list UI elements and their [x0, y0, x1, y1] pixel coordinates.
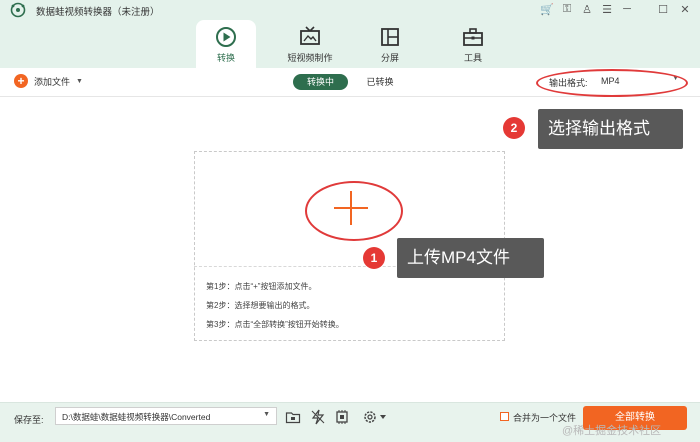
menu-icon[interactable]: ☰ — [598, 1, 616, 17]
tab-short-video-label: 短视频制作 — [287, 53, 333, 63]
callout-label-upload: 上传MP4文件 — [397, 238, 544, 278]
toolbox-icon — [463, 28, 483, 46]
gpu-on-icon[interactable] — [334, 409, 350, 425]
tab-split-screen[interactable]: 分屏 — [360, 20, 420, 68]
callout-label-format: 选择输出格式 — [538, 109, 683, 149]
callout-badge-2: 2 — [503, 117, 525, 139]
tab-converted[interactable]: 已转换 — [362, 74, 398, 90]
key-icon[interactable]: ⚿ — [558, 1, 576, 17]
step-2-text: 第2步：选择想要输出的格式。 — [206, 301, 315, 310]
split-screen-icon — [381, 28, 399, 46]
tab-converting[interactable]: 转换中 — [293, 74, 348, 90]
close-icon[interactable]: ✕ — [676, 1, 694, 17]
tab-convert-label: 转换 — [216, 53, 235, 63]
convert-icon — [216, 27, 236, 47]
hardware-acceleration-off-icon[interactable] — [310, 409, 326, 425]
tab-tools[interactable]: 工具 — [443, 20, 503, 68]
step-1-text: 第1步：点击“+”按钮添加文件。 — [206, 282, 317, 291]
callout-badge-1: 1 — [363, 247, 385, 269]
tab-convert[interactable]: 转换 — [196, 20, 256, 68]
add-file-label: 添加文件 — [34, 76, 71, 87]
app-logo-icon — [10, 2, 26, 18]
save-to-label: 保存至: — [14, 415, 44, 425]
tab-split-screen-label: 分屏 — [380, 53, 399, 63]
cart-icon[interactable]: 🛒 — [538, 1, 556, 17]
minimize-icon[interactable]: ─ — [618, 1, 636, 17]
settings-gear-icon[interactable] — [362, 409, 388, 425]
tab-tools-label: 工具 — [463, 53, 482, 63]
chevron-down-icon: ▼ — [263, 411, 270, 418]
tab-short-video[interactable]: 短视频制作 — [280, 20, 340, 68]
app-title: 数据蛙视频转换器（未注册） — [36, 7, 160, 18]
watermark: @稀土掘金技术社区 — [562, 425, 662, 437]
annotation-oval-plus — [305, 181, 403, 241]
plus-circle-icon: + — [14, 74, 28, 88]
save-path-value: D:\数据蛙\数据蛙视频转换器\Converted — [62, 412, 211, 422]
merge-checkbox[interactable] — [500, 412, 509, 421]
save-path-select[interactable]: D:\数据蛙\数据蛙视频转换器\Converted ▼ — [55, 407, 277, 425]
tv-icon — [300, 26, 320, 45]
maximize-icon[interactable]: ☐ — [654, 1, 672, 17]
chevron-down-icon[interactable]: ▼ — [76, 78, 83, 85]
add-file-button[interactable]: + 添加文件 ▼ — [14, 74, 83, 88]
folder-icon[interactable] — [285, 409, 301, 425]
annotation-oval-format — [536, 69, 688, 97]
user-icon[interactable]: ♙ — [578, 1, 596, 17]
step-3-text: 第3步：点击“全部转换”按钮开始转换。 — [206, 320, 344, 329]
